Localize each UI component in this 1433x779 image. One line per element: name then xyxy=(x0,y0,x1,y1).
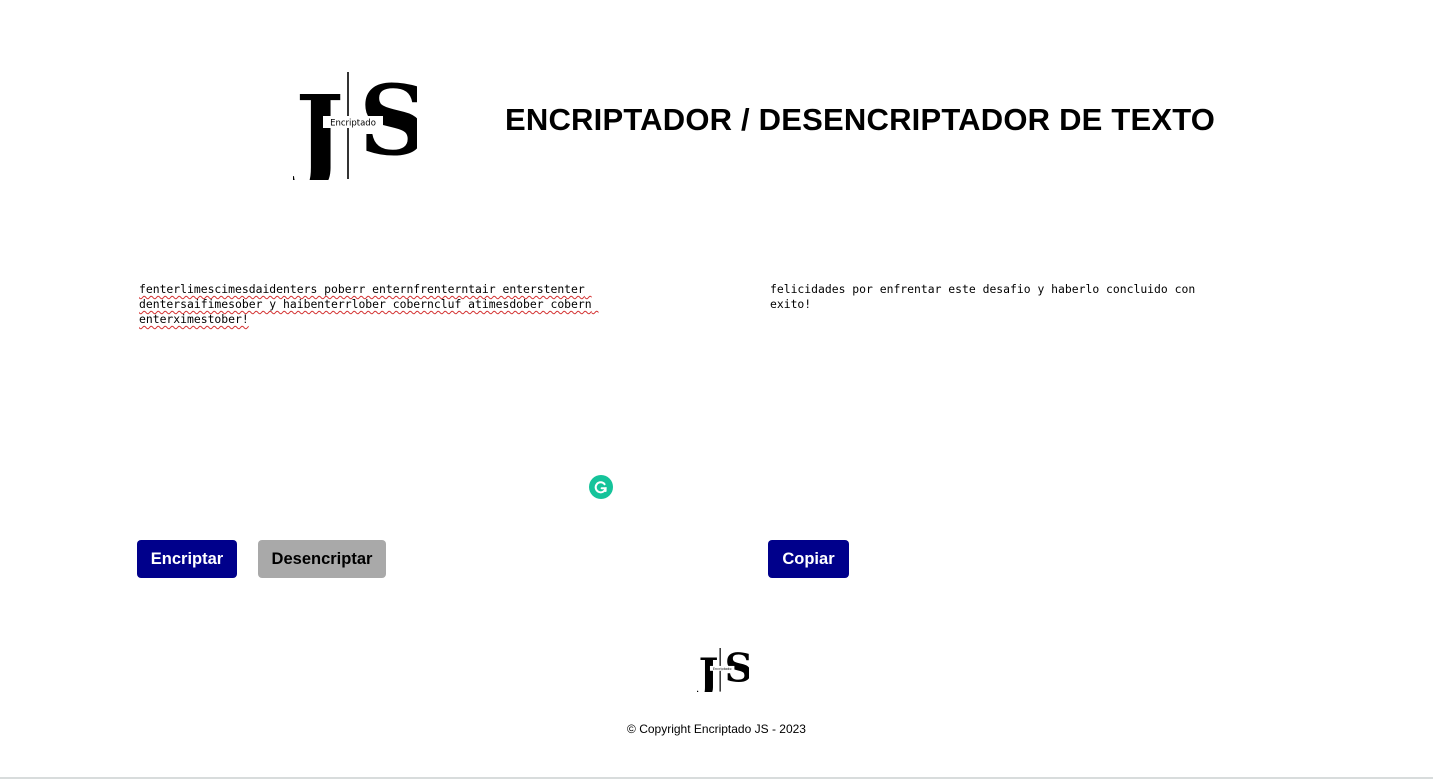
grammarly-icon[interactable] xyxy=(589,475,613,499)
footer-logo: J S Encriptado xyxy=(697,648,749,692)
decrypt-button[interactable]: Desencriptar xyxy=(258,540,386,578)
svg-text:Encriptado: Encriptado xyxy=(330,119,376,129)
page: J S Encriptado ENCRIPTADOR / DESENCRIPTA… xyxy=(0,0,1433,779)
copyright-text: © Copyright Encriptado JS - 2023 xyxy=(627,722,806,736)
page-title: ENCRIPTADOR / DESENCRIPTADOR DE TEXTO xyxy=(505,102,1216,137)
encrypt-button[interactable]: Encriptar xyxy=(137,540,237,578)
copy-button[interactable]: Copiar xyxy=(768,540,849,578)
input-textarea[interactable] xyxy=(139,282,619,512)
svg-text:Encriptado: Encriptado xyxy=(713,667,732,671)
js-logo: J S Encriptado xyxy=(293,72,417,180)
output-textarea[interactable] xyxy=(770,282,1240,512)
